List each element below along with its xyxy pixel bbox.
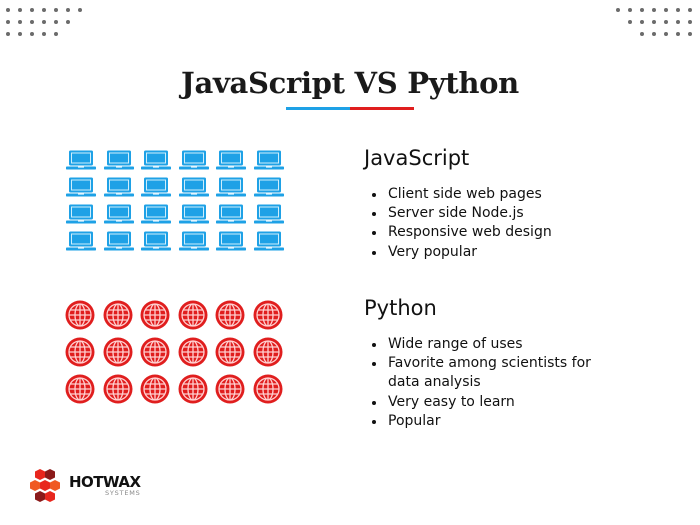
globe-icon bbox=[253, 300, 283, 330]
list-item: Client side web pages bbox=[364, 185, 552, 204]
decorative-dots-left bbox=[6, 4, 90, 40]
page-title: JavaScript VS Python bbox=[181, 66, 519, 100]
laptop-icon bbox=[66, 231, 96, 251]
javascript-points: Client side web pages Server side Node.j… bbox=[364, 185, 552, 262]
list-item: Favorite among scientists for data analy… bbox=[364, 354, 594, 392]
laptop-icon bbox=[178, 231, 209, 251]
globe-icon bbox=[103, 374, 133, 404]
python-heading: Python bbox=[364, 296, 437, 320]
hotwax-logo: HOTWAX SYSTEMS bbox=[28, 468, 141, 504]
laptop-icon bbox=[178, 204, 209, 224]
list-item: Server side Node.js bbox=[364, 204, 552, 223]
globe-icon bbox=[215, 374, 245, 404]
globe-icon bbox=[65, 300, 95, 330]
laptop-icon bbox=[216, 177, 247, 197]
globe-icon bbox=[178, 300, 208, 330]
globe-icon bbox=[140, 337, 170, 367]
decorative-dots-right bbox=[616, 4, 700, 40]
globe-icon bbox=[253, 374, 283, 404]
globe-icon bbox=[65, 337, 95, 367]
laptop-icon bbox=[66, 204, 96, 224]
list-item: Very easy to learn bbox=[364, 393, 594, 412]
underline-javascript bbox=[286, 107, 350, 110]
globe-icon bbox=[140, 374, 170, 404]
underline-python bbox=[350, 107, 414, 110]
title-underline bbox=[286, 107, 414, 110]
list-item: Very popular bbox=[364, 243, 552, 262]
python-icon-grid bbox=[65, 300, 283, 404]
globe-icon bbox=[215, 337, 245, 367]
laptop-icon bbox=[103, 231, 134, 251]
globe-icon bbox=[65, 374, 95, 404]
logo-name: HOTWAX bbox=[69, 473, 141, 491]
laptop-icon bbox=[103, 150, 134, 170]
laptop-icon bbox=[103, 204, 134, 224]
globe-icon bbox=[253, 337, 283, 367]
globe-icon bbox=[103, 337, 133, 367]
laptop-icon bbox=[141, 231, 172, 251]
javascript-section: JavaScript Client side web pages Server … bbox=[364, 146, 552, 262]
python-section: Python Wide range of uses Favorite among… bbox=[364, 296, 594, 431]
python-points: Wide range of uses Favorite among scient… bbox=[364, 335, 594, 431]
laptop-icon bbox=[253, 177, 284, 197]
globe-icon bbox=[178, 337, 208, 367]
laptop-icon bbox=[178, 177, 209, 197]
globe-icon bbox=[140, 300, 170, 330]
javascript-heading: JavaScript bbox=[364, 146, 470, 170]
laptop-icon bbox=[103, 177, 134, 197]
laptop-icon bbox=[141, 150, 172, 170]
list-item: Responsive web design bbox=[364, 223, 552, 242]
laptop-icon bbox=[216, 204, 247, 224]
globe-icon bbox=[103, 300, 133, 330]
hexagon-cluster-icon bbox=[30, 469, 60, 502]
javascript-icon-grid bbox=[66, 150, 284, 251]
laptop-icon bbox=[66, 150, 96, 170]
laptop-icon bbox=[141, 177, 172, 197]
laptop-icon bbox=[66, 177, 96, 197]
laptop-icon bbox=[253, 150, 284, 170]
laptop-icon bbox=[253, 231, 284, 251]
laptop-icon bbox=[216, 150, 247, 170]
laptop-icon bbox=[253, 204, 284, 224]
list-item: Wide range of uses bbox=[364, 335, 594, 354]
globe-icon bbox=[178, 374, 208, 404]
globe-icon bbox=[215, 300, 245, 330]
laptop-icon bbox=[178, 150, 209, 170]
list-item: Popular bbox=[364, 412, 594, 431]
laptop-icon bbox=[216, 231, 247, 251]
laptop-icon bbox=[141, 204, 172, 224]
